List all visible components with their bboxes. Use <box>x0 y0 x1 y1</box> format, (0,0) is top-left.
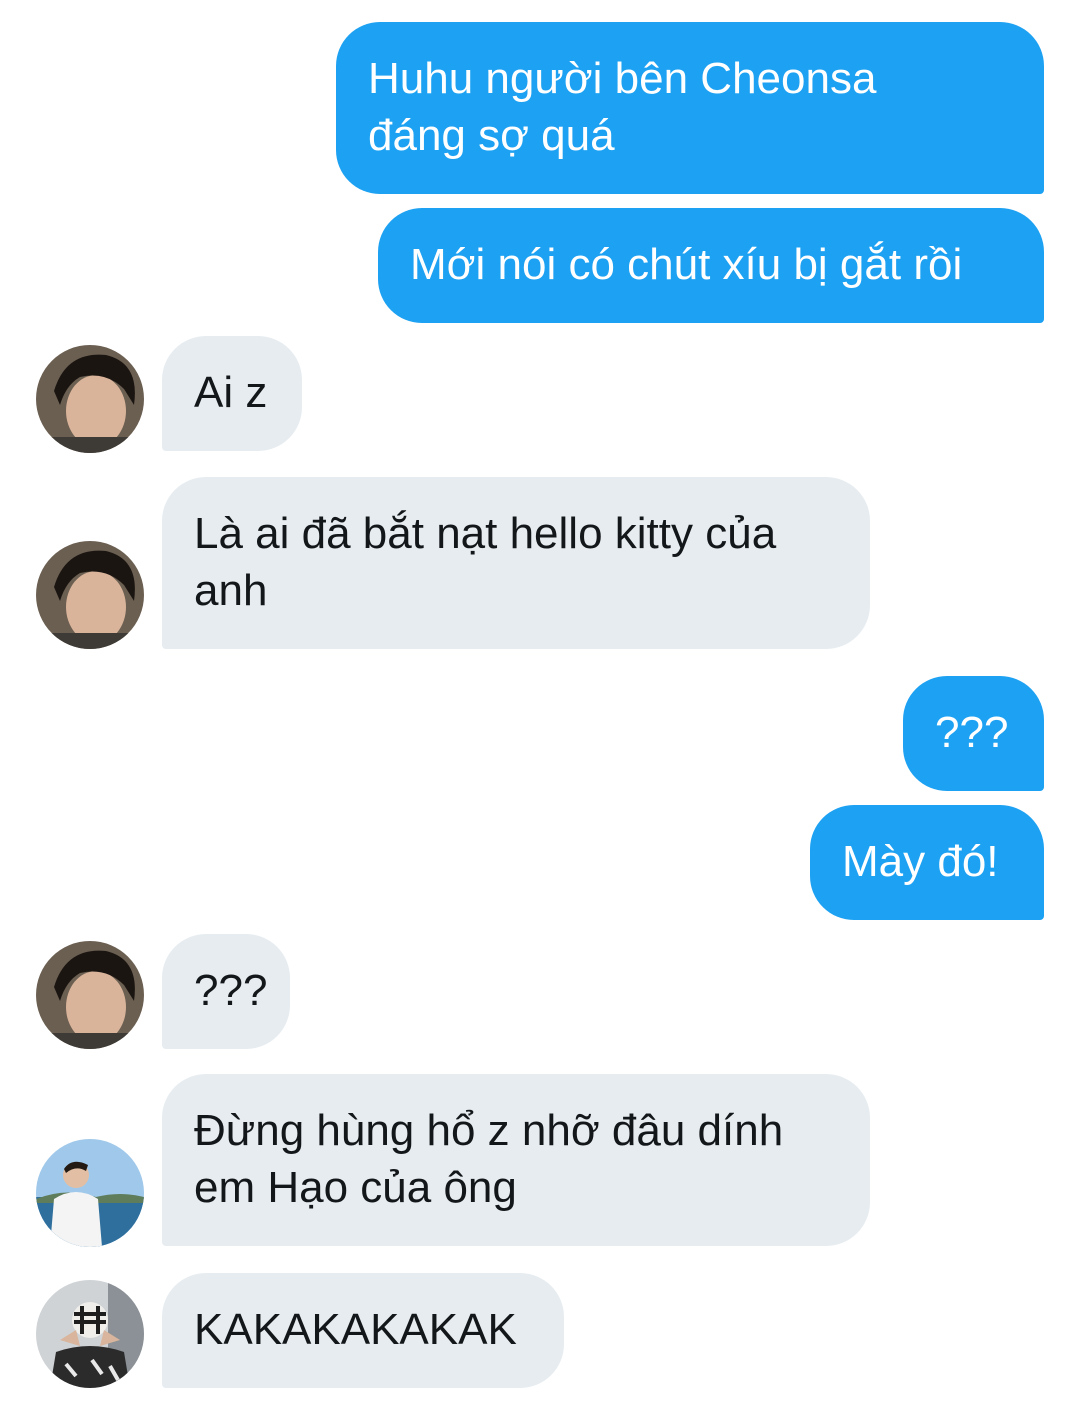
chat-thread: Huhu người bên Cheonsa đáng sợ quá Mới n… <box>0 0 1080 1401</box>
avatar-a-icon <box>36 541 144 649</box>
received-message-bubble[interactable]: Ai z <box>162 336 302 451</box>
user-avatar[interactable] <box>36 941 144 1049</box>
received-message-bubble[interactable]: KAKAKAKAKAK <box>162 1273 564 1388</box>
received-message-bubble[interactable]: ??? <box>162 934 290 1049</box>
user-avatar[interactable] <box>36 345 144 453</box>
avatar-c-icon <box>36 1280 144 1388</box>
sent-message-bubble[interactable]: Mới nói có chút xíu bị gắt rồi <box>378 208 1044 323</box>
received-message-bubble[interactable]: Đừng hùng hổ z nhỡ đâu dính em Hạo của ô… <box>162 1074 870 1246</box>
sent-message-bubble[interactable]: ??? <box>903 676 1044 791</box>
user-avatar[interactable] <box>36 1139 144 1247</box>
user-avatar[interactable] <box>36 1280 144 1388</box>
avatar-b-icon <box>36 1139 144 1247</box>
received-message-bubble[interactable]: Là ai đã bắt nạt hello kitty của anh <box>162 477 870 649</box>
avatar-a-icon <box>36 345 144 453</box>
sent-message-bubble[interactable]: Mày đó! <box>810 805 1044 920</box>
user-avatar[interactable] <box>36 541 144 649</box>
sent-message-bubble[interactable]: Huhu người bên Cheonsa đáng sợ quá <box>336 22 1044 194</box>
avatar-a-icon <box>36 941 144 1049</box>
